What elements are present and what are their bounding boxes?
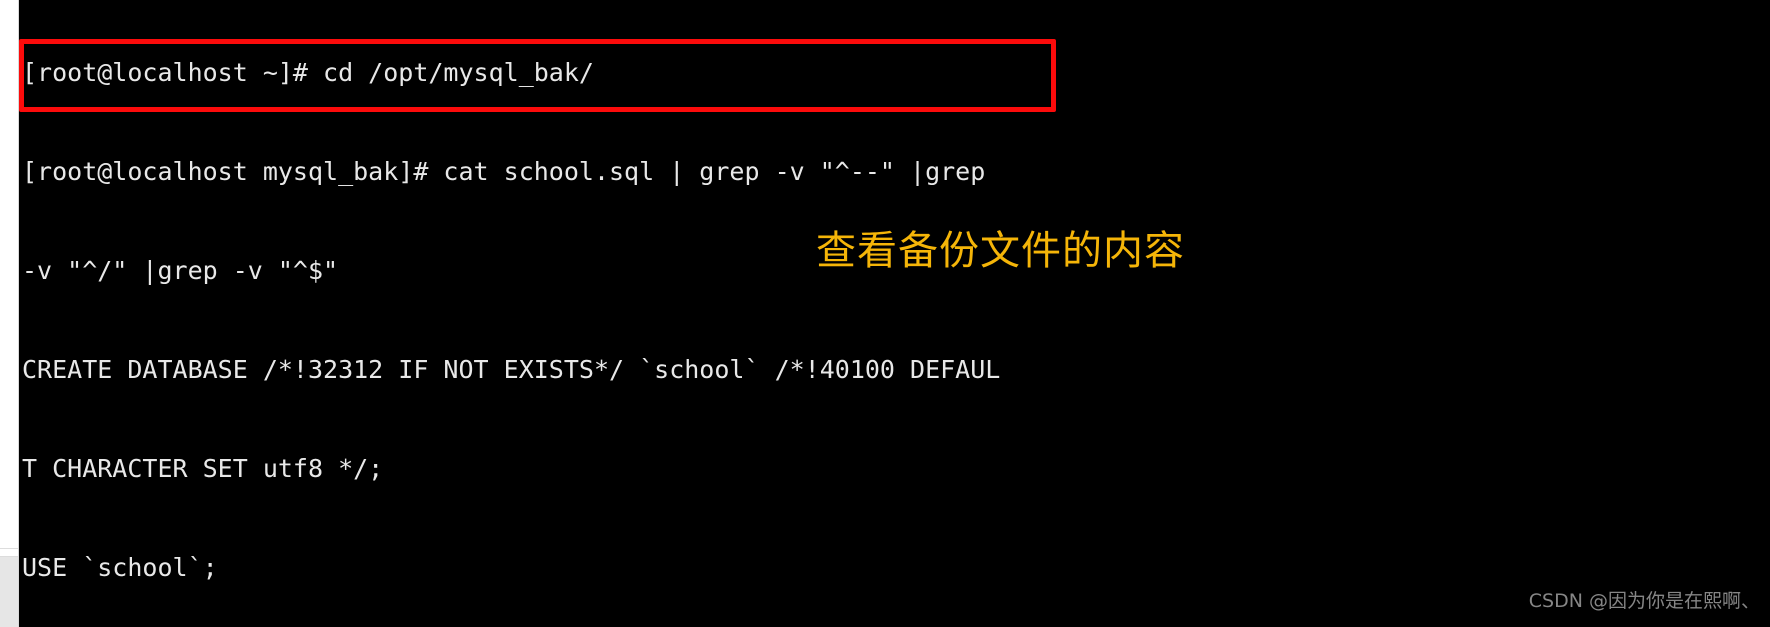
terminal-line: T CHARACTER SET utf8 */; [22,454,384,483]
terminal-line: [root@localhost mysql_bak]# cat school.s… [22,157,986,186]
terminal-output: [root@localhost ~]# cd /opt/mysql_bak/ [… [22,0,1762,627]
terminal-line: [root@localhost ~]# cd /opt/mysql_bak/ [22,58,594,87]
annotation-text: 查看备份文件的内容 [816,228,1185,274]
window-left-gutter [0,0,19,627]
terminal-window[interactable]: [root@localhost ~]# cd /opt/mysql_bak/ [… [19,0,1770,627]
screenshot-root: [root@localhost ~]# cd /opt/mysql_bak/ [… [0,0,1770,627]
csdn-watermark: CSDN @因为你是在熙啊、 [1528,590,1760,612]
gutter-divider [0,548,18,549]
scrollbar-thumb[interactable] [0,556,18,627]
terminal-line: CREATE DATABASE /*!32312 IF NOT EXISTS*/… [22,355,1001,384]
terminal-line: USE `school`; [22,553,218,582]
